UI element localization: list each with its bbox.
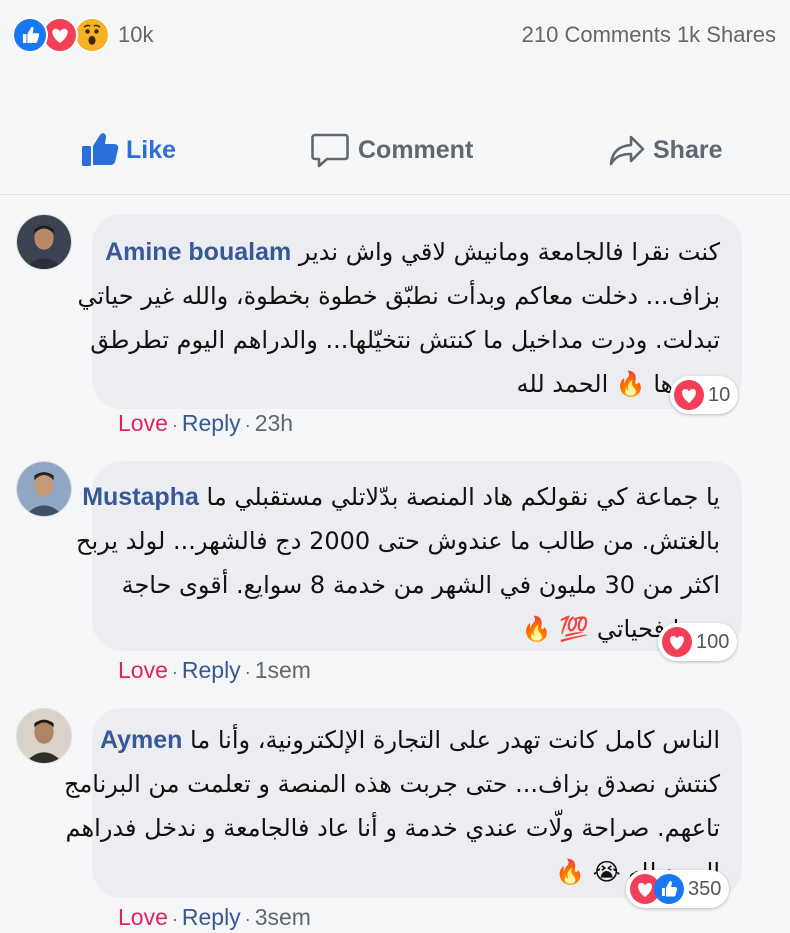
comment-reaction-badge[interactable]: 10 <box>670 376 739 414</box>
comment-meta: Love · Reply · 1sem <box>118 657 311 684</box>
comment-timestamp[interactable]: 1sem <box>255 657 311 683</box>
comment-icon <box>311 133 349 168</box>
reaction-summary: 10k 210 Comments 1k Shares <box>0 0 790 80</box>
share-arrow-icon <box>609 135 645 166</box>
like-icon <box>12 17 48 53</box>
comment-timestamp[interactable]: 23h <box>255 410 293 436</box>
wow-icon <box>74 17 110 53</box>
love-icon <box>662 627 692 657</box>
comment-author[interactable]: Amine boualam <box>105 238 291 266</box>
comment-text: تاعهم. صراحة ولّات عندي خدمة و أنا عاد ف… <box>65 814 720 842</box>
comment-text: يا جماعة كي نقولكم هاد المنصة بدّلاتلي م… <box>206 483 720 511</box>
comment-text: بالغتش. من طالب ما عندوش حتى 2000 دج فال… <box>75 527 720 555</box>
comment-text: كنت نقرا فالجامعة ومانيش لاقي واش ندير <box>298 238 720 266</box>
separator-dot: · <box>171 415 178 435</box>
comment-line: كنت نقرا فالجامعة ومانيش لاقي واش ندير A… <box>105 230 720 274</box>
love-action[interactable]: Love <box>118 657 168 683</box>
reaction-count: 350 <box>688 877 722 900</box>
comment-text: الناس كامل كانت تهدر على التجارة الإلكتر… <box>190 726 720 754</box>
action-bar: Like Comment Share <box>0 100 790 195</box>
comment-meta: Love · Reply · 3sem <box>118 904 311 931</box>
separator-dot: · <box>244 909 251 929</box>
avatar[interactable] <box>16 461 72 517</box>
comments-shares-count[interactable]: 210 Comments 1k Shares <box>522 22 776 48</box>
thumbs-up-icon <box>82 133 119 166</box>
reply-action[interactable]: Reply <box>182 904 241 930</box>
avatar[interactable] <box>16 708 72 764</box>
comment-text: .وحدها 🔥 الحمد لله <box>516 370 720 398</box>
love-action[interactable]: Love <box>118 410 168 436</box>
comment-text: تبدلت. ودرت مداخيل ما كنتش نتخيّلها... و… <box>90 326 720 354</box>
like-button-label: Like <box>126 135 177 164</box>
comment-bubble: يا جماعة كي نقولكم هاد المنصة بدّلاتلي م… <box>75 461 742 661</box>
comment-line: يا جماعة كي نقولكم هاد المنصة بدّلاتلي م… <box>82 475 720 519</box>
comment-reaction-badge[interactable]: 350 <box>626 870 730 908</box>
like-icon <box>654 874 684 904</box>
like-button[interactable]: Like <box>80 130 176 170</box>
reaction-count[interactable]: 10k <box>118 22 153 48</box>
avatar[interactable] <box>16 214 72 270</box>
comment-bubble: الناس كامل كانت تهدر على التجارة الإلكتر… <box>63 708 742 908</box>
reply-action[interactable]: Reply <box>182 657 241 683</box>
comment-button[interactable]: Comment <box>310 130 473 170</box>
comment-author[interactable]: Aymen <box>100 726 182 754</box>
love-action[interactable]: Love <box>118 904 168 930</box>
love-icon <box>674 380 704 410</box>
separator-dot: · <box>171 909 178 929</box>
separator-dot: · <box>171 662 178 682</box>
comment-author[interactable]: Mustapha <box>82 483 199 511</box>
reply-action[interactable]: Reply <box>182 410 241 436</box>
share-button-label: Share <box>653 135 723 164</box>
comment-text: بزاف... دخلت معاكم وبدأت نطبّق خطوة بخطو… <box>77 282 720 310</box>
comment-text: كنتش نصدق بزاف... حتى جربت هذه المنصة و … <box>63 770 720 798</box>
reaction-count: 10 <box>708 383 731 406</box>
comment-reaction-badge[interactable]: 100 <box>658 623 738 661</box>
separator-dot: · <box>244 662 251 682</box>
reaction-icons[interactable] <box>12 17 118 55</box>
comment-button-label: Comment <box>358 135 474 164</box>
comment-text: اكثر من 30 مليون في الشهر من خدمة 8 سواي… <box>121 571 720 599</box>
separator-dot: · <box>244 415 251 435</box>
share-button[interactable]: Share <box>607 130 722 170</box>
comment-bubble: كنت نقرا فالجامعة ومانيش لاقي واش ندير A… <box>77 214 742 414</box>
comment-line: الناس كامل كانت تهدر على التجارة الإلكتر… <box>100 718 720 762</box>
comment-timestamp[interactable]: 3sem <box>255 904 311 930</box>
reaction-count: 100 <box>696 630 730 653</box>
comment-text: درتها فحياتي 💯 🔥 <box>521 615 720 643</box>
comment-meta: Love · Reply · 23h <box>118 410 293 437</box>
